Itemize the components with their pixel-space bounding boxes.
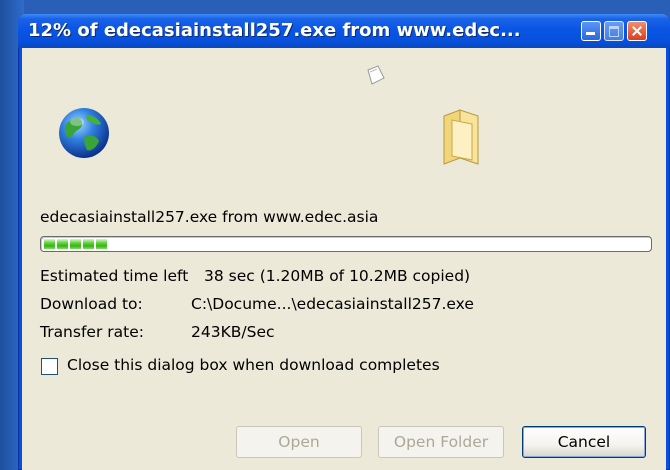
open-button[interactable]: Open	[236, 426, 362, 458]
flying-paper-icon	[367, 65, 385, 85]
download-dialog: 12% of edecasiainstall257.exe from www.e…	[18, 14, 670, 470]
download-to-label: Download to:	[40, 295, 143, 313]
close-button[interactable]	[627, 21, 647, 41]
progress-block	[44, 239, 55, 249]
close-when-complete-label[interactable]: Close this dialog box when download comp…	[67, 356, 440, 374]
close-when-complete-checkbox[interactable]	[41, 358, 58, 375]
transfer-rate-label: Transfer rate:	[40, 323, 144, 341]
globe-icon	[59, 108, 109, 158]
download-progress-bar	[40, 236, 652, 252]
maximize-button	[604, 21, 624, 41]
file-source-text: edecasiainstall257.exe from www.edec.asi…	[40, 208, 379, 226]
estimated-time-label: Estimated time left	[40, 267, 189, 285]
progress-fill	[44, 239, 107, 249]
title-bar[interactable]: 12% of edecasiainstall257.exe from www.e…	[18, 14, 670, 48]
window-title: 12% of edecasiainstall257.exe from www.e…	[28, 20, 521, 41]
download-to-path: C:\Docume...\edecasiainstall257.exe	[191, 295, 474, 313]
progress-block	[96, 239, 107, 249]
open-folder-button[interactable]: Open Folder	[378, 426, 504, 458]
dialog-client-area: edecasiainstall257.exe from www.edec.asi…	[22, 48, 666, 470]
progress-block	[83, 239, 94, 249]
minimize-button[interactable]	[581, 21, 601, 41]
estimated-time-value: 38 sec (1.20MB of 10.2MB copied)	[204, 267, 471, 285]
transfer-rate-value: 243KB/Sec	[191, 323, 275, 341]
cancel-button[interactable]: Cancel	[522, 426, 646, 458]
progress-block	[57, 239, 68, 249]
folder-icon	[443, 109, 479, 165]
progress-block	[70, 239, 81, 249]
